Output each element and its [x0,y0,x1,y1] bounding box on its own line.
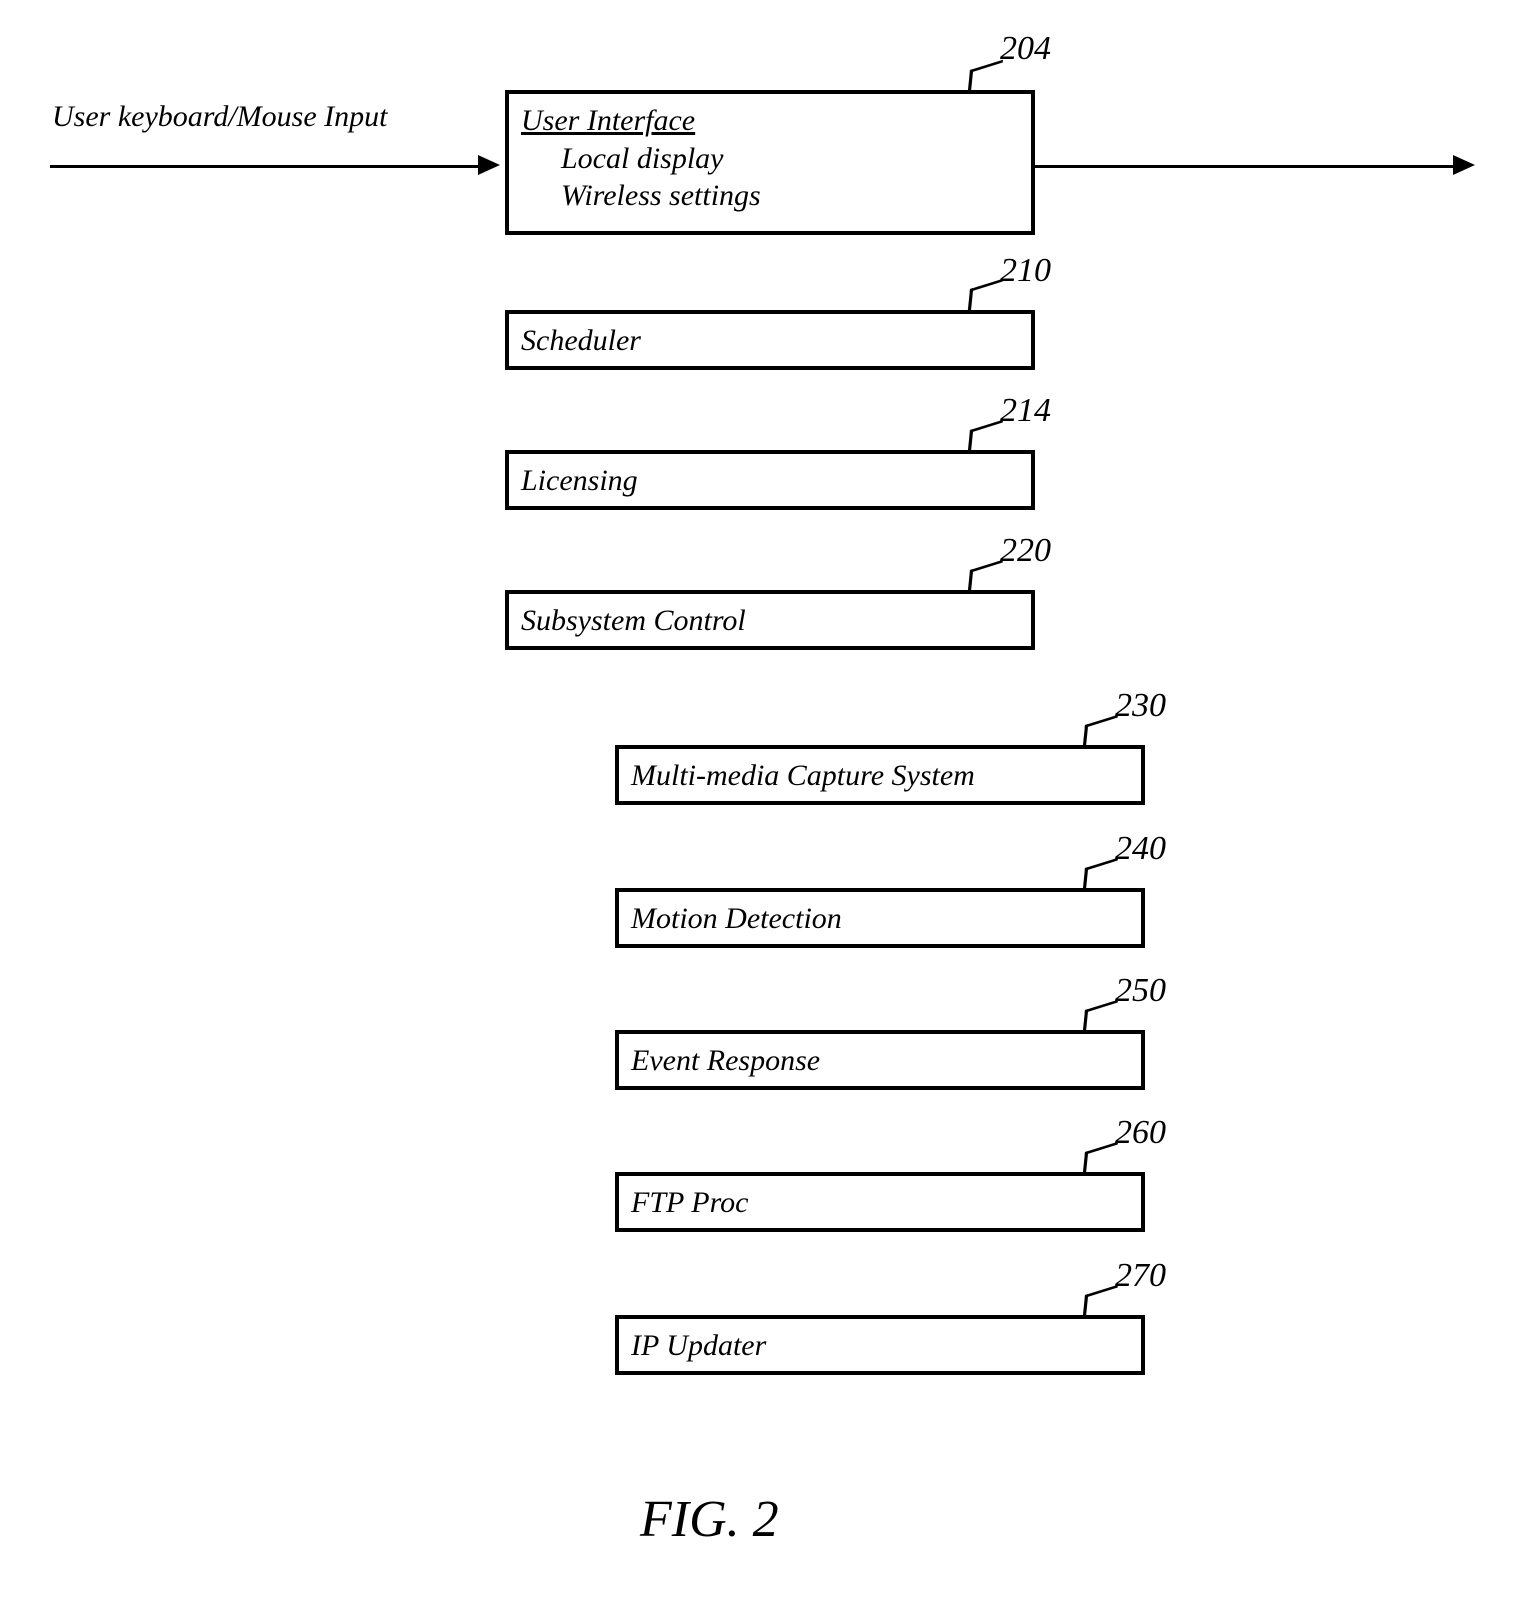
block-multimedia-capture: Multi-media Capture System [615,745,1145,805]
block-user-interface-sub1: Local display [561,140,1019,178]
block-user-interface-title: User Interface [521,104,695,137]
ref-260: 260 [1115,1114,1166,1152]
arrow-ui-output [1035,165,1455,168]
block-motion-detection-title: Motion Detection [631,902,842,935]
ref-tick-250 [1083,1000,1118,1033]
diagram-root: User keyboard/Mouse Input User Interface… [0,0,1518,1621]
block-ftp-proc: FTP Proc [615,1172,1145,1232]
block-motion-detection: Motion Detection [615,888,1145,948]
ref-tick-270 [1083,1285,1118,1318]
ref-270: 270 [1115,1257,1166,1295]
ref-230: 230 [1115,687,1166,725]
ref-tick-210 [968,279,1003,312]
ref-tick-240 [1083,858,1118,891]
block-user-interface-sub2: Wireless settings [561,177,1019,215]
block-subsystem-control: Subsystem Control [505,590,1035,650]
ref-210: 210 [1000,252,1051,290]
ref-240: 240 [1115,830,1166,868]
ref-tick-260 [1083,1142,1118,1175]
block-ip-updater-title: IP Updater [631,1329,766,1362]
ref-214: 214 [1000,392,1051,430]
ref-tick-220 [968,560,1003,593]
block-licensing: Licensing [505,450,1035,510]
block-multimedia-capture-title: Multi-media Capture System [631,759,975,792]
block-ftp-proc-title: FTP Proc [631,1186,749,1219]
ref-204: 204 [1000,30,1051,68]
block-event-response-title: Event Response [631,1044,820,1077]
ref-tick-214 [968,420,1003,453]
figure-label: FIG. 2 [640,1490,779,1549]
block-scheduler: Scheduler [505,310,1035,370]
ref-250: 250 [1115,972,1166,1010]
arrow-input-to-ui-head [478,155,500,175]
ref-tick-204 [968,60,1003,93]
block-user-interface: User Interface Local display Wireless se… [505,90,1035,235]
ref-tick-230 [1083,715,1118,748]
input-label: User keyboard/Mouse Input [52,100,387,134]
arrow-ui-output-head [1453,155,1475,175]
block-licensing-title: Licensing [521,464,638,497]
arrow-input-to-ui [50,165,480,168]
block-event-response: Event Response [615,1030,1145,1090]
block-ip-updater: IP Updater [615,1315,1145,1375]
ref-220: 220 [1000,532,1051,570]
block-scheduler-title: Scheduler [521,324,641,357]
block-subsystem-control-title: Subsystem Control [521,604,746,637]
